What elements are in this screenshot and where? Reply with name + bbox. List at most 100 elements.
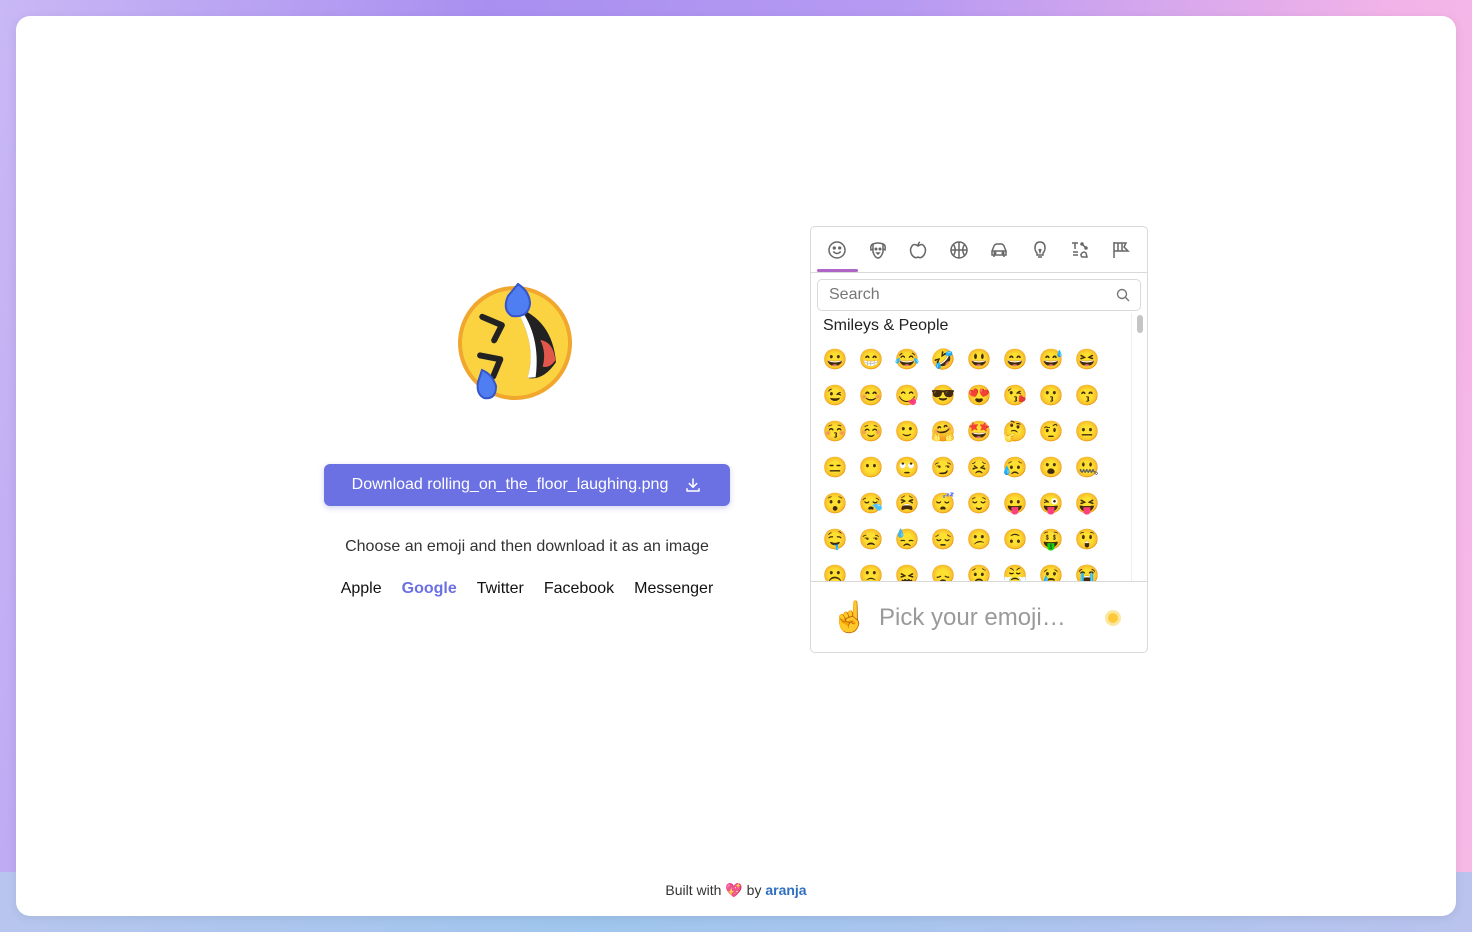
emoji-cell[interactable]: 😜 <box>1033 485 1069 521</box>
emoji-cell[interactable]: ☹️ <box>817 557 853 582</box>
emoji-cell[interactable]: 🤩 <box>961 413 997 449</box>
category-tab-activity[interactable] <box>939 227 980 273</box>
emoji-cell[interactable]: 😐 <box>1069 413 1105 449</box>
emoji-cell[interactable]: 😴 <box>925 485 961 521</box>
activity-icon <box>950 241 968 259</box>
emoji-cell[interactable]: 🙂 <box>889 413 925 449</box>
emoji-cell[interactable]: 😥 <box>997 449 1033 485</box>
category-tab-flags[interactable] <box>1101 227 1142 273</box>
emoji-cell[interactable]: 😀 <box>817 341 853 377</box>
footer-prefix: Built with <box>665 882 722 898</box>
emoji-cell[interactable]: 😍 <box>961 377 997 413</box>
emoji-cell[interactable]: 🤑 <box>1033 521 1069 557</box>
preview-emoji: ☝️ <box>831 601 869 634</box>
emoji-cell[interactable]: 😮 <box>1033 449 1069 485</box>
category-tab-food[interactable] <box>898 227 939 273</box>
emoji-cell[interactable]: 😞 <box>925 557 961 582</box>
scrollbar-thumb[interactable] <box>1137 315 1143 333</box>
download-button-label: Download rolling_on_the_floor_laughing.p… <box>351 476 669 493</box>
skin-tone-selector[interactable] <box>1105 610 1121 626</box>
emoji-cell[interactable]: 😑 <box>817 449 853 485</box>
subtitle: Choose an emoji and then download it as … <box>345 538 709 555</box>
emoji-cell[interactable]: 😫 <box>889 485 925 521</box>
section-label: Smileys & People <box>823 317 949 334</box>
emoji-cell[interactable]: 🤗 <box>925 413 961 449</box>
preview-text: Pick your emoji… <box>879 603 1066 631</box>
category-tab-travel[interactable] <box>979 227 1020 273</box>
emoji-cell[interactable]: 😪 <box>853 485 889 521</box>
category-bar <box>811 227 1147 273</box>
emoji-cell[interactable]: 😆 <box>1069 341 1105 377</box>
emoji-cell[interactable]: 😙 <box>1069 377 1105 413</box>
emoji-cell[interactable]: 🙃 <box>997 521 1033 557</box>
emoji-cell[interactable]: 😣 <box>961 449 997 485</box>
emoji-cell[interactable]: 😘 <box>997 377 1033 413</box>
download-icon <box>686 478 701 492</box>
smileys-icon <box>828 241 846 259</box>
emoji-scroll-area: Smileys & People 😀 😁 😂 🤣 😃 😄 😅 😆 😉 😊 😋 😎 😍 😘 😗 😙 😚 ☺️ 🙂 🤗 🤩 🤔… <box>811 313 1147 581</box>
emoji-cell[interactable]: 🙁 <box>853 557 889 582</box>
scrollbar[interactable] <box>1131 313 1147 581</box>
search-input[interactable] <box>818 280 1140 310</box>
emoji-cell[interactable]: 😔 <box>925 521 961 557</box>
travel-icon <box>991 243 1007 257</box>
flags-icon <box>1113 242 1130 258</box>
vendor-twitter[interactable]: Twitter <box>477 580 524 598</box>
category-tab-symbols[interactable] <box>1060 227 1101 273</box>
emoji-cell[interactable]: 😌 <box>961 485 997 521</box>
emoji-cell[interactable]: 😏 <box>925 449 961 485</box>
emoji-cell[interactable]: 😋 <box>889 377 925 413</box>
download-button[interactable]: Download rolling_on_the_floor_laughing.p… <box>324 464 730 506</box>
category-active-indicator <box>817 269 858 272</box>
category-tab-objects[interactable] <box>1020 227 1061 273</box>
emoji-cell[interactable]: 😂 <box>889 341 925 377</box>
vendor-apple[interactable]: Apple <box>341 580 382 598</box>
emoji-grid: 😀 😁 😂 🤣 😃 😄 😅 😆 😉 😊 😋 😎 😍 😘 😗 😙 😚 ☺️ 🙂 🤗 🤩 🤔 🤨 😐 😑 😶 🙄 😏 😣 😥 😮 🤐 😯 😪 😫 😴 😌 😛 😜… <box>817 341 1105 582</box>
objects-icon <box>1033 241 1046 258</box>
emoji-cell[interactable]: 🤤 <box>817 521 853 557</box>
emoji-cell[interactable]: ☺️ <box>853 413 889 449</box>
category-tab-animals[interactable] <box>858 227 899 273</box>
heart-icon: 💖 <box>725 882 743 898</box>
emoji-cell[interactable]: 😁 <box>853 341 889 377</box>
emoji-cell[interactable]: 😶 <box>853 449 889 485</box>
emoji-cell[interactable]: 😭 <box>1069 557 1105 582</box>
emoji-cell[interactable]: 😒 <box>853 521 889 557</box>
category-tab-smileys[interactable] <box>817 227 858 273</box>
emoji-cell[interactable]: 😕 <box>961 521 997 557</box>
vendor-facebook[interactable]: Facebook <box>544 580 614 598</box>
emoji-cell[interactable]: 😅 <box>1033 341 1069 377</box>
search-box <box>817 279 1141 311</box>
footer: Built with 💖 by aranja <box>16 882 1456 899</box>
emoji-cell[interactable]: 😃 <box>961 341 997 377</box>
emoji-cell[interactable]: 😤 <box>997 557 1033 582</box>
vendor-google[interactable]: Google <box>402 580 457 598</box>
emoji-cell[interactable]: 🙄 <box>889 449 925 485</box>
picker-preview-bar: ☝️ Pick your emoji… <box>811 581 1147 652</box>
emoji-cell[interactable]: 😎 <box>925 377 961 413</box>
food-icon <box>910 241 927 259</box>
emoji-cell[interactable]: 🤣 <box>925 341 961 377</box>
emoji-cell[interactable]: 🤨 <box>1033 413 1069 449</box>
emoji-cell[interactable]: 😢 <box>1033 557 1069 582</box>
vendor-messenger[interactable]: Messenger <box>634 580 713 598</box>
vendor-tabs: Apple Google Twitter Facebook Messenger <box>324 580 730 598</box>
emoji-cell[interactable]: 🤐 <box>1069 449 1105 485</box>
emoji-cell[interactable]: 😲 <box>1069 521 1105 557</box>
emoji-cell[interactable]: 😟 <box>961 557 997 582</box>
animals-icon <box>869 242 886 259</box>
emoji-cell[interactable]: 😓 <box>889 521 925 557</box>
emoji-cell[interactable]: 😄 <box>997 341 1033 377</box>
emoji-cell[interactable]: 😊 <box>853 377 889 413</box>
emoji-cell[interactable]: 😉 <box>817 377 853 413</box>
emoji-cell[interactable]: 😚 <box>817 413 853 449</box>
emoji-cell[interactable]: 😯 <box>817 485 853 521</box>
emoji-cell[interactable]: 😝 <box>1069 485 1105 521</box>
emoji-cell[interactable]: 😗 <box>1033 377 1069 413</box>
emoji-cell[interactable]: 😛 <box>997 485 1033 521</box>
emoji-picker: Smileys & People 😀😁😂🤣😃😄😅😆 😉😊😋😎😍😘😗😙 😚☺️🙂🤗🤩🤔… <box>810 226 1148 653</box>
emoji-preview-image <box>458 282 572 400</box>
author-link[interactable]: aranja <box>765 882 806 898</box>
emoji-cell[interactable]: 🤔 <box>997 413 1033 449</box>
emoji-cell[interactable]: 😖 <box>889 557 925 582</box>
